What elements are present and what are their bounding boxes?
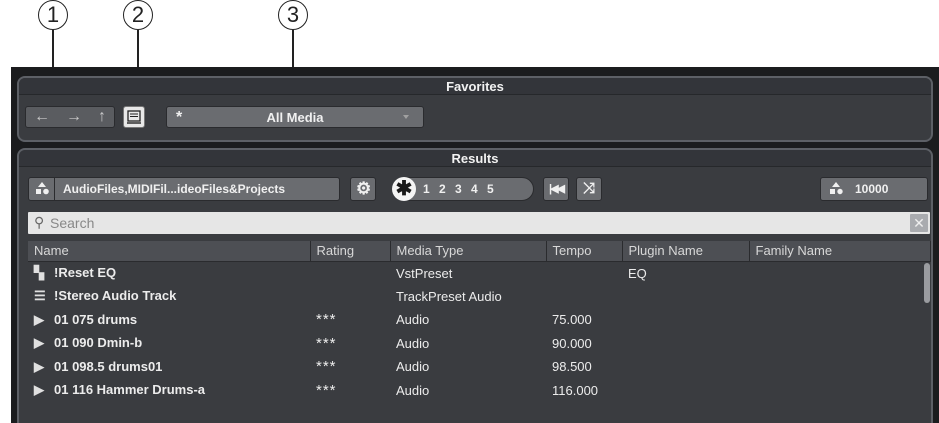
max-results-button[interactable]: 10000 xyxy=(820,177,928,201)
row-rating: *** xyxy=(316,358,337,376)
table-row[interactable]: ▚ !Reset EQ VstPreset EQ xyxy=(28,261,930,285)
row-plugin-name xyxy=(622,285,749,309)
row-name: !Stereo Audio Track xyxy=(54,288,177,304)
media-filter-label: AudioFiles,MIDIFil...ideoFiles&Projects xyxy=(63,182,286,196)
gear-icon: ⚙ xyxy=(356,179,372,198)
up-arrow-icon[interactable]: ↑ xyxy=(98,107,106,127)
trackpreset-icon: ☰ xyxy=(34,288,46,304)
row-media-type: Audio xyxy=(396,359,430,375)
rewind-button[interactable]: |◀◀ xyxy=(543,177,569,201)
row-plugin-name xyxy=(622,379,749,403)
column-header-plugin-name[interactable]: Plugin Name xyxy=(622,241,750,262)
media-type-selector[interactable]: * All Media xyxy=(166,106,424,128)
row-tempo: 90.000 xyxy=(552,335,592,351)
max-results-count: 10000 xyxy=(855,182,889,196)
row-plugin-name xyxy=(622,355,749,379)
row-rating xyxy=(310,261,390,285)
audio-play-icon[interactable]: ▶ xyxy=(34,312,54,328)
column-header-media-type[interactable]: Media Type xyxy=(390,241,547,262)
clear-search-icon[interactable]: ✕ xyxy=(910,214,928,232)
search-icon: ⚲ xyxy=(34,214,45,230)
audio-play-icon[interactable]: ▶ xyxy=(34,382,54,398)
row-media-type: TrackPreset Audio xyxy=(396,288,502,304)
favorites-title: Favorites xyxy=(19,78,931,95)
media-filter-icon xyxy=(29,178,55,200)
callout-number: 3 xyxy=(278,0,308,30)
row-family-name xyxy=(749,285,930,309)
callout-number: 1 xyxy=(38,0,68,30)
row-family-name xyxy=(749,261,930,285)
folder-tree-icon xyxy=(127,110,141,124)
favorites-panel: Favorites ← → ↑ * All Media xyxy=(17,76,933,142)
table-row[interactable]: ▶ 01 075 drums *** Audio 75.000 xyxy=(28,308,930,332)
row-name: 01 098.5 drums01 xyxy=(54,358,163,374)
table-row[interactable]: ▶ 01 098.5 drums01 *** Audio 98.500 xyxy=(28,355,930,379)
rating-numbers[interactable]: 1 2 3 4 5 xyxy=(423,182,494,196)
audio-play-icon[interactable]: ▶ xyxy=(34,359,54,375)
column-header-family-name[interactable]: Family Name xyxy=(749,241,931,262)
row-media-type: Audio xyxy=(396,335,430,351)
row-family-name xyxy=(749,308,930,332)
row-name: !Reset EQ xyxy=(54,265,117,280)
row-tempo: 98.500 xyxy=(552,359,592,375)
shuffle-button[interactable]: ⤨ xyxy=(576,177,602,201)
column-header-tempo[interactable]: Tempo xyxy=(546,241,623,262)
show-file-system-button[interactable] xyxy=(123,106,145,128)
row-rating xyxy=(310,285,390,309)
settings-button[interactable]: ⚙ xyxy=(350,177,376,201)
row-tempo xyxy=(546,261,622,285)
row-rating: *** xyxy=(316,334,337,352)
column-header-name[interactable]: Name xyxy=(28,241,311,262)
row-rating: *** xyxy=(316,311,337,329)
row-family-name xyxy=(749,379,930,403)
row-rating: *** xyxy=(316,381,337,399)
row-tempo: 116.000 xyxy=(552,382,599,398)
dropdown-arrow-icon xyxy=(403,115,409,119)
media-filter-button[interactable]: AudioFiles,MIDIFil...ideoFiles&Projects xyxy=(28,177,340,201)
search-input[interactable] xyxy=(50,214,890,232)
row-tempo: 75.000 xyxy=(552,312,592,328)
row-plugin-name xyxy=(622,308,749,332)
mediabay-window: Favorites ← → ↑ * All Media Results Audi… xyxy=(11,67,939,423)
row-family-name xyxy=(749,355,930,379)
row-name: 01 075 drums xyxy=(54,311,138,327)
forward-arrow-icon[interactable]: → xyxy=(66,107,82,127)
results-panel: Results AudioFiles,MIDIFil...ideoFiles&P… xyxy=(17,148,933,423)
row-plugin-name: EQ xyxy=(628,265,647,281)
row-media-type: Audio xyxy=(396,312,430,328)
row-family-name xyxy=(749,332,930,356)
row-tempo xyxy=(546,285,622,309)
media-selector-label: All Media xyxy=(266,110,324,125)
table-row[interactable]: ▶ 01 090 Dmin-b *** Audio 90.000 xyxy=(28,332,930,356)
row-plugin-name xyxy=(622,332,749,356)
results-title: Results xyxy=(19,150,931,167)
table-row[interactable]: ☰ !Stereo Audio Track TrackPreset Audio xyxy=(28,285,930,309)
results-table: Name Rating Media Type Tempo Plugin Name… xyxy=(28,241,931,402)
shuffle-icon: ⤨ xyxy=(582,180,595,197)
navigation-buttons: ← → ↑ xyxy=(25,106,115,128)
skip-back-icon: |◀◀ xyxy=(549,183,565,195)
row-name: 01 116 Hammer Drums-a xyxy=(54,382,206,398)
row-media-type: Audio xyxy=(396,382,430,398)
callout-number: 2 xyxy=(123,0,153,30)
rating-filter[interactable]: ✱ 1 2 3 4 5 xyxy=(392,177,534,201)
search-bar: ⚲ ✕ xyxy=(28,212,930,234)
rating-star-icon[interactable]: ✱ xyxy=(392,177,416,201)
column-header-rating[interactable]: Rating xyxy=(310,241,391,262)
row-name: 01 090 Dmin-b xyxy=(54,335,143,351)
table-row[interactable]: ▶ 01 116 Hammer Drums-a *** Audio 116.000 xyxy=(28,379,930,403)
vstpreset-icon: ▚ xyxy=(34,265,44,280)
results-scrollbar[interactable] xyxy=(924,263,930,303)
row-media-type: VstPreset xyxy=(396,265,453,281)
audio-play-icon[interactable]: ▶ xyxy=(34,335,54,351)
back-arrow-icon[interactable]: ← xyxy=(34,107,50,127)
max-results-icon xyxy=(827,181,845,197)
table-header: Name Rating Media Type Tempo Plugin Name… xyxy=(28,241,931,262)
